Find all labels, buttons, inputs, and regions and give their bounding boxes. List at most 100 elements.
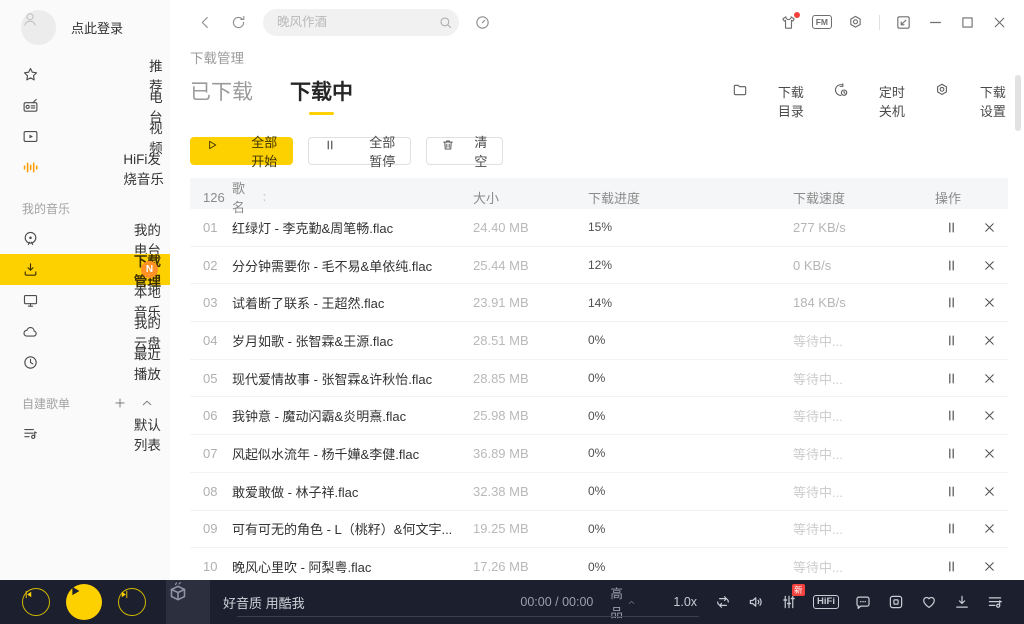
sidebar-item-recommend[interactable]: 推荐 xyxy=(0,59,170,90)
pause-icon xyxy=(944,371,959,386)
download-settings-button[interactable]: 下载设置 xyxy=(934,82,1008,120)
close-icon xyxy=(982,484,997,499)
pause-icon xyxy=(944,258,959,273)
new-count-badge: N xyxy=(141,261,158,278)
scrollbar-thumb[interactable] xyxy=(1015,75,1021,131)
row-cancel-button[interactable] xyxy=(982,408,997,423)
sidebar-item-radio[interactable]: 电台 xyxy=(0,90,170,121)
play-button[interactable] xyxy=(66,584,102,620)
row-pause-button[interactable] xyxy=(944,484,959,499)
tab-downloaded[interactable]: 已下载 xyxy=(190,76,253,106)
row-cancel-button[interactable] xyxy=(982,220,997,235)
row-pause-button[interactable] xyxy=(944,371,959,386)
clear-button[interactable]: 清空 xyxy=(426,137,503,165)
tab-downloading[interactable]: 下载中 xyxy=(290,76,353,115)
search-input[interactable] xyxy=(277,15,438,29)
back-icon[interactable] xyxy=(197,14,214,31)
download-table: 126 歌名 大小 下载进度 下载速度 操作 01 红绿灯 - 李克勤&周笔畅.… xyxy=(190,178,1008,580)
row-song-name[interactable]: 可有可无的角色 - L（桃籽）&何文宇... xyxy=(232,519,473,538)
mini-player-icon[interactable] xyxy=(895,14,912,31)
row-size: 25.44 MB xyxy=(473,258,588,273)
comment-lyrics-icon[interactable] xyxy=(854,593,872,611)
row-pause-button[interactable] xyxy=(944,446,959,461)
sidebar-item-hifi[interactable]: HiFi发烧音乐 xyxy=(0,152,170,183)
row-cancel-button[interactable] xyxy=(982,446,997,461)
row-song-name[interactable]: 风起似水流年 - 杨千嬅&李健.flac xyxy=(232,444,473,463)
row-song-name[interactable]: 敢爱敢做 - 林子祥.flac xyxy=(232,482,473,501)
fm-icon[interactable]: FM xyxy=(812,15,832,30)
row-pause-button[interactable] xyxy=(944,220,959,235)
row-cancel-button[interactable] xyxy=(982,295,997,310)
pause-icon xyxy=(944,559,959,574)
add-playlist-icon[interactable] xyxy=(113,396,127,410)
sort-icon[interactable] xyxy=(259,192,473,203)
skin-theme-icon[interactable] xyxy=(780,14,797,31)
timer-icon xyxy=(833,82,873,120)
star-icon xyxy=(22,59,136,90)
maximize-button[interactable] xyxy=(959,14,976,31)
row-cancel-button[interactable] xyxy=(982,521,997,536)
login-label[interactable]: 点此登录 xyxy=(71,18,123,37)
row-song-name[interactable]: 岁月如歌 - 张智霖&王源.flac xyxy=(232,331,473,350)
row-pause-button[interactable] xyxy=(944,295,959,310)
row-song-name[interactable]: 我钟意 - 魔动闪霸&炎明熹.flac xyxy=(232,406,473,425)
playback-speed-button[interactable]: 1.0x xyxy=(673,595,697,609)
close-icon xyxy=(982,521,997,536)
row-cancel-button[interactable] xyxy=(982,333,997,348)
music-recognition-icon[interactable] xyxy=(474,14,491,31)
row-pause-button[interactable] xyxy=(944,258,959,273)
download-directory-button[interactable]: 下载目录 xyxy=(732,82,806,120)
radio-icon xyxy=(22,90,136,121)
collapse-chevron-icon[interactable] xyxy=(140,396,154,410)
row-speed: 277 KB/s xyxy=(793,220,935,235)
scheduled-shutdown-button[interactable]: 定时关机 xyxy=(833,82,907,120)
album-art[interactable] xyxy=(166,580,210,624)
previous-button[interactable] xyxy=(22,588,50,616)
row-song-name[interactable]: 试着断了联系 - 王超然.flac xyxy=(232,293,473,312)
next-button[interactable] xyxy=(118,588,146,616)
refresh-icon[interactable] xyxy=(230,14,247,31)
minimize-button[interactable] xyxy=(927,14,944,31)
login-area[interactable]: 点此登录 xyxy=(0,7,170,47)
settings-icon[interactable] xyxy=(847,14,864,31)
pause-all-button[interactable]: 全部暂停 xyxy=(308,137,411,165)
row-song-name[interactable]: 晚风心里吹 - 阿梨粤.flac xyxy=(232,557,473,576)
kuwo-music-app: 点此登录 推荐 电台 视频 HiFi发烧音乐 xyxy=(0,0,1024,624)
sidebar: 点此登录 推荐 电台 视频 HiFi发烧音乐 xyxy=(0,0,170,580)
start-all-button[interactable]: 全部开始 xyxy=(190,137,293,165)
row-size: 17.26 MB xyxy=(473,559,588,574)
favorite-icon[interactable] xyxy=(920,593,938,611)
row-size: 24.40 MB xyxy=(473,220,588,235)
equalizer-icon[interactable]: 新 xyxy=(780,593,798,611)
download-icon xyxy=(22,254,121,285)
playlist-queue-icon[interactable] xyxy=(986,593,1004,611)
row-pause-button[interactable] xyxy=(944,333,959,348)
row-song-name[interactable]: 红绿灯 - 李克勤&周笔畅.flac xyxy=(232,218,473,237)
column-progress: 下载进度 xyxy=(588,188,793,207)
sidebar-playlists-nav: 默认列表 xyxy=(0,418,170,449)
search-icon[interactable] xyxy=(438,15,453,30)
download-icon[interactable] xyxy=(953,593,971,611)
toolbar: 全部开始 全部暂停 清空 xyxy=(190,137,1008,165)
row-pause-button[interactable] xyxy=(944,559,959,574)
table-row: 06 我钟意 - 魔动闪霸&炎明熹.flac 25.98 MB 0% 等待中..… xyxy=(190,397,1008,435)
row-pause-button[interactable] xyxy=(944,408,959,423)
sidebar-item-recent-play[interactable]: 最近播放 xyxy=(0,347,170,378)
seek-bar[interactable] xyxy=(237,616,699,617)
row-cancel-button[interactable] xyxy=(982,371,997,386)
row-cancel-button[interactable] xyxy=(982,258,997,273)
row-song-name[interactable]: 现代爱情故事 - 张智霖&许秋怡.flac xyxy=(232,369,473,388)
row-song-name[interactable]: 分分钟需要你 - 毛不易&单依纯.flac xyxy=(232,256,473,275)
loop-mode-icon[interactable] xyxy=(714,593,732,611)
hifi-quality-button[interactable]: HiFi xyxy=(813,595,839,610)
volume-icon[interactable] xyxy=(747,593,765,611)
close-button[interactable] xyxy=(991,14,1008,31)
row-cancel-button[interactable] xyxy=(982,484,997,499)
avatar[interactable] xyxy=(21,10,56,45)
row-pause-button[interactable] xyxy=(944,521,959,536)
sidebar-item-default-playlist[interactable]: 默认列表 xyxy=(0,418,170,449)
play-history-icon[interactable] xyxy=(887,593,905,611)
row-cancel-button[interactable] xyxy=(982,559,997,574)
close-icon xyxy=(982,333,997,348)
search-bar[interactable] xyxy=(263,9,459,36)
